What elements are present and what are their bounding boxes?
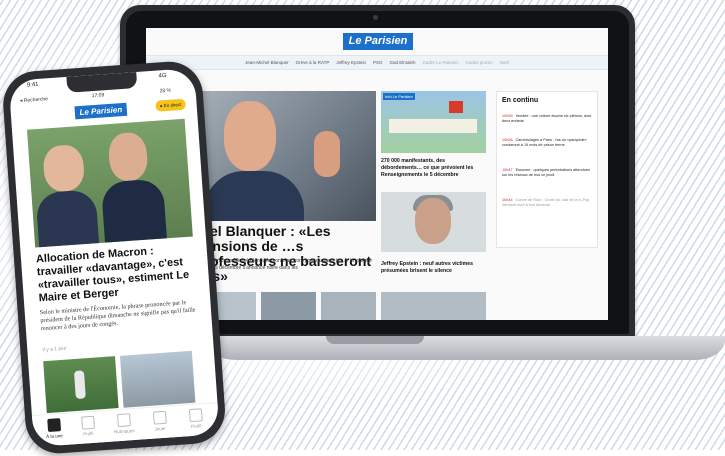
portrait-image[interactable]: [381, 192, 486, 252]
person-suit: [35, 189, 100, 248]
user-icon: [80, 415, 95, 430]
phone-notch: [66, 72, 138, 93]
article-thumbnail[interactable]: [321, 292, 376, 320]
person-face: [415, 198, 451, 244]
home-icon: [46, 418, 61, 433]
puzzle-icon: [152, 410, 167, 425]
hero-summary: …ducation Jean-Michel Blanquer monte au …: [196, 258, 372, 271]
phone-frame: 9:41 4G ◂ Recherche 17:09 28 % Le Parisi…: [0, 59, 228, 456]
camera-icon: [373, 15, 378, 20]
status-signal: 4G: [158, 72, 167, 80]
person-hand: [314, 131, 340, 177]
nav-item[interactable]: Jeffrey Epstein: [336, 60, 366, 65]
nav-item[interactable]: Cadre Le Parisien: [423, 60, 459, 65]
phone-screen: 9:41 4G ◂ Recherche 17:09 28 % Le Parisi…: [8, 67, 220, 448]
tab-play[interactable]: Jouer: [144, 410, 175, 432]
live-feed-item[interactable]: 10h44 Contre de Rouf : Chute du, star de …: [502, 198, 594, 208]
hero-headline[interactable]: …el Blanquer : «Les pensions de …s profe…: [196, 224, 381, 284]
article-headline[interactable]: Allocation de Macron : travailler «davan…: [36, 242, 199, 305]
nav-item[interactable]: Grève à la RATP: [296, 60, 330, 65]
battery-level: 28 %: [159, 87, 172, 95]
status-clock: 17:09: [91, 92, 105, 100]
article-headline[interactable]: 270 000 manifestants, des débordements… …: [381, 158, 486, 179]
tab-profile[interactable]: Profil: [72, 415, 103, 437]
nav-item[interactable]: Gad Elmaleh: [390, 60, 416, 65]
protest-image[interactable]: Info Le Parisien: [381, 91, 486, 153]
laptop-notch: [326, 336, 424, 344]
nav-item[interactable]: PSG: [373, 60, 383, 65]
status-time: 9:41: [26, 81, 39, 89]
tab-home[interactable]: À la une: [38, 418, 69, 440]
info-badge: Info Le Parisien: [383, 93, 415, 100]
article-thumbnail[interactable]: [43, 356, 119, 414]
tab-sections[interactable]: Rubriques: [108, 413, 139, 435]
tab-account[interactable]: Profil: [180, 408, 211, 430]
tennis-player-shape: [73, 370, 86, 400]
article-thumbnail[interactable]: [119, 350, 196, 408]
top-nav: Jean-Michel Blanquer Grève à la RATP Jef…: [146, 55, 608, 70]
nav-item[interactable]: Jean-Michel Blanquer: [245, 60, 289, 65]
person-suit: [204, 171, 304, 221]
back-link[interactable]: ◂ Recherche: [20, 96, 48, 104]
live-feed-item[interactable]: 10h59 Vendée : une voiture fauche six pié…: [502, 114, 594, 124]
person-suit: [100, 178, 168, 248]
nav-item[interactable]: Codes promo: [466, 60, 493, 65]
app-logo[interactable]: Le Parisien: [74, 102, 128, 120]
article-headline[interactable]: Jeffrey Epstein : neuf autres victimes p…: [381, 261, 486, 275]
site-logo[interactable]: Le Parisien: [343, 33, 413, 50]
person-face: [224, 101, 276, 171]
banner-shape: [389, 119, 477, 133]
hero-image[interactable]: [196, 91, 376, 221]
article-thumbnail[interactable]: [261, 292, 316, 320]
grid-icon: [116, 413, 131, 428]
article-thumbnail[interactable]: [381, 292, 486, 320]
live-feed-panel: En continu 10h59 Vendée : une voiture fau…: [496, 91, 598, 248]
live-feed-item[interactable]: 10h47 Essonne : quelques perturbations at…: [502, 168, 594, 178]
account-icon: [188, 408, 203, 423]
live-feed-title: En continu: [502, 97, 539, 104]
laptop-base: [206, 336, 725, 360]
person-face: [42, 143, 86, 193]
person-face: [107, 131, 149, 183]
live-button[interactable]: ● En direct: [155, 98, 186, 112]
nav-item[interactable]: Noël: [500, 60, 509, 65]
article-timestamp: Il y a 1 jour: [42, 345, 68, 354]
article-image[interactable]: [26, 118, 193, 248]
live-feed-item[interactable]: 10h56 Cambriolages à Paris : l'as du «par…: [502, 138, 594, 148]
flag-shape: [449, 101, 463, 113]
